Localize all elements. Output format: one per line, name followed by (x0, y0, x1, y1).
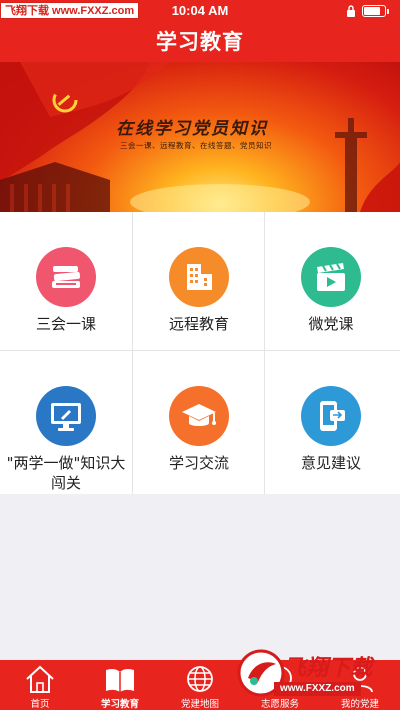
menu-item-label: 微党课 (308, 315, 354, 333)
menu-item-liangxue-yizuo[interactable]: "两学一做"知识大闯关 (0, 351, 132, 494)
building-icon (169, 247, 229, 307)
tab-label: 党建地图 (180, 699, 219, 710)
menu-item-remote-education[interactable]: 远程教育 (133, 212, 265, 350)
home-icon (26, 665, 54, 693)
book-icon (106, 668, 134, 692)
tab-label: 首页 (30, 699, 50, 710)
tab-home[interactable]: 首页 (0, 660, 80, 710)
phone-transfer-icon (301, 386, 361, 446)
menu-item-suggestions[interactable]: 意见建议 (265, 351, 397, 494)
rotation-lock-icon (347, 5, 355, 17)
clapperboard-icon (301, 247, 361, 307)
menu-grid: 三会一课 远程教育 微党课 "两学一做"知识大闯关 学习交流 意见建议 (0, 212, 400, 494)
tab-label: 学习教育 (100, 699, 139, 710)
menu-item-label: 意见建议 (300, 454, 361, 472)
banner[interactable]: 在线学习党员知识 三会一课、远程教育、在线答题、党员知识 (0, 62, 400, 212)
page-title: 学习教育 (0, 22, 400, 62)
globe-icon (187, 666, 213, 692)
watermark-url: www.FXXZ.com (274, 682, 361, 696)
status-bar: 飞翔下载 www.FXXZ.com 10:04 AM (0, 0, 400, 22)
menu-item-label: 学习交流 (168, 454, 229, 472)
banner-title: 在线学习党员知识 (116, 119, 268, 139)
watermark-badge: 飞翔下载 www.FXXZ.com (236, 644, 400, 704)
battery-icon (362, 5, 389, 17)
menu-item-label: 远程教育 (168, 315, 229, 333)
menu-item-study-exchange[interactable]: 学习交流 (133, 351, 265, 494)
watermark-brand: 飞翔下载 (284, 655, 373, 681)
tab-party-map[interactable]: 党建地图 (160, 660, 240, 710)
graduation-cap-icon (169, 386, 229, 446)
menu-item-sanhui-yike[interactable]: 三会一课 (0, 212, 132, 350)
books-icon (36, 247, 96, 307)
status-time: 10:04 AM (171, 3, 229, 18)
menu-item-label: 三会一课 (35, 315, 96, 333)
monitor-edit-icon (36, 386, 96, 446)
menu-item-micro-party-class[interactable]: 微党课 (265, 212, 397, 350)
banner-subtitle: 三会一课、远程教育、在线答题、党员知识 (120, 141, 272, 150)
menu-item-label: "两学一做"知识大闯关 (6, 454, 126, 492)
tab-study-education[interactable]: 学习教育 (80, 660, 160, 710)
